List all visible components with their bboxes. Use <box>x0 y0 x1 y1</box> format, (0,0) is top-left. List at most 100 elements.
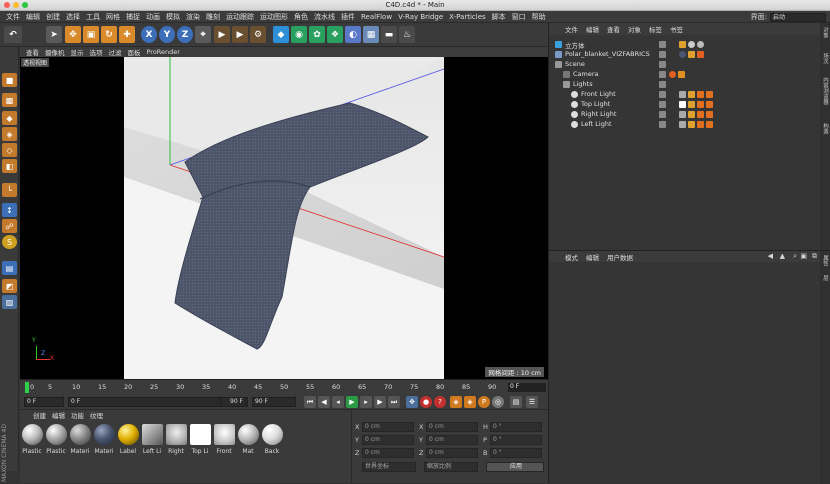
tag-icon[interactable] <box>697 111 704 118</box>
current-frame-field[interactable]: 0 F <box>508 383 546 392</box>
size-z-field[interactable]: 0 cm <box>426 448 478 458</box>
viewport-menu-cameras[interactable]: 摄像机 <box>42 47 68 57</box>
prev-frame-icon[interactable]: ◂ <box>332 396 344 408</box>
menu-plugins[interactable]: 插件 <box>338 12 358 22</box>
snap-icon[interactable]: ☍ <box>2 219 17 233</box>
menu-file[interactable]: 文件 <box>3 12 23 22</box>
object-row[interactable]: Front Light <box>549 90 789 100</box>
subdivision-icon[interactable]: ◉ <box>291 26 307 43</box>
viewport-menu-prorender[interactable]: ProRender <box>144 48 183 56</box>
material-item[interactable]: Top Li <box>189 424 211 455</box>
side-tab-content-browser[interactable]: 内容浏览器 <box>821 77 829 105</box>
material-menu-create[interactable]: 创建 <box>30 410 49 420</box>
tag-icon[interactable] <box>706 121 713 128</box>
scale-mode-select[interactable]: 缩放比例 <box>424 462 478 472</box>
rotation-b-field[interactable]: 0 ° <box>490 448 542 458</box>
visibility-toggle[interactable] <box>659 101 666 108</box>
material-tag-icon[interactable] <box>697 41 704 48</box>
object-row[interactable]: Polar_blanket_VIZFABRICS <box>549 50 789 60</box>
texture-mode-icon[interactable]: ◆ <box>2 111 17 125</box>
lock-icon[interactable]: ▣ <box>800 252 807 260</box>
material-item[interactable]: Plastic <box>45 424 67 455</box>
material-item[interactable]: Materi <box>93 424 115 455</box>
tag-icon[interactable] <box>697 91 704 98</box>
world-coordinates-select[interactable]: 世界坐标 <box>362 462 416 472</box>
visibility-toggle[interactable] <box>659 81 666 88</box>
visibility-toggle[interactable] <box>659 71 666 78</box>
tag-icon[interactable] <box>679 121 686 128</box>
goto-end-icon[interactable]: ⏭ <box>388 396 400 408</box>
menu-script[interactable]: 脚本 <box>489 12 509 22</box>
lock-workplane-icon[interactable]: ▤ <box>2 261 17 275</box>
tag-icon[interactable] <box>679 111 686 118</box>
menu-help[interactable]: 帮助 <box>529 12 549 22</box>
layer-icon[interactable]: ◩ <box>2 279 17 293</box>
menu-x-particles[interactable]: X-Particles <box>446 13 488 21</box>
workplane-icon[interactable]: S <box>2 235 17 249</box>
material-item[interactable]: Right <box>165 424 187 455</box>
position-z-field[interactable]: 0 cm <box>362 448 414 458</box>
material-item[interactable]: Mat <box>237 424 259 455</box>
axis-z-button[interactable]: Z <box>177 26 193 43</box>
start-frame-field[interactable]: 0 F <box>24 397 64 407</box>
target-tag-icon[interactable] <box>688 101 695 108</box>
side-tab-takes[interactable]: 场次 <box>821 53 829 64</box>
play-icon[interactable]: ▶ <box>346 396 358 408</box>
object-row[interactable]: Lights <box>549 80 789 90</box>
scale-tool-icon[interactable]: ▣ <box>83 26 99 43</box>
material-item[interactable]: Label <box>117 424 139 455</box>
viewport-menu-display[interactable]: 显示 <box>68 47 87 57</box>
menu-render[interactable]: 渲染 <box>183 12 203 22</box>
max-frame-field[interactable]: 90 F <box>252 397 296 407</box>
visibility-toggle[interactable] <box>659 91 666 98</box>
object-row[interactable]: Camera <box>549 70 789 80</box>
light-icon[interactable]: ♨ <box>399 26 415 43</box>
points-mode-icon[interactable]: ◈ <box>2 127 17 141</box>
position-y-field[interactable]: 0 cm <box>362 435 414 445</box>
cube-icon[interactable]: ◆ <box>273 26 289 43</box>
tweak-mode-icon[interactable]: ↕ <box>2 203 17 217</box>
make-editable-icon[interactable]: ■ <box>2 73 17 87</box>
am-menu-mode[interactable]: 模式 <box>561 252 582 262</box>
menu-select[interactable]: 选择 <box>63 12 83 22</box>
new-window-icon[interactable]: ⧉ <box>812 252 817 261</box>
am-menu-user-data[interactable]: 用户数据 <box>603 252 637 262</box>
material-item[interactable]: Materi <box>69 424 91 455</box>
axis-mode-icon[interactable]: └ <box>2 183 17 197</box>
tag-icon[interactable] <box>706 101 713 108</box>
menu-character[interactable]: 角色 <box>291 12 311 22</box>
om-menu-file[interactable]: 文件 <box>561 24 582 34</box>
select-arrow-icon[interactable]: ➤ <box>46 26 62 43</box>
menu-mesh[interactable]: 网格 <box>103 12 123 22</box>
render-view-icon[interactable]: ▶ <box>214 26 230 43</box>
apply-button[interactable]: 应用 <box>486 462 544 472</box>
timeline-playhead[interactable] <box>25 382 29 393</box>
viewport-menu-panel[interactable]: 面板 <box>125 47 144 57</box>
size-y-field[interactable]: 0 cm <box>426 435 478 445</box>
tag-icon[interactable] <box>679 101 686 108</box>
array-icon[interactable]: ✿ <box>309 26 325 43</box>
tag-icon[interactable] <box>697 121 704 128</box>
menu-window[interactable]: 窗口 <box>509 12 529 22</box>
visibility-toggle[interactable] <box>659 41 666 48</box>
viewport-menu-filter[interactable]: 过滤 <box>106 47 125 57</box>
generator-icon[interactable]: ❖ <box>327 26 343 43</box>
om-menu-bookmarks[interactable]: 书签 <box>666 24 687 34</box>
object-row[interactable]: Top Light <box>549 100 789 110</box>
target-tag-icon[interactable] <box>678 71 685 78</box>
layout-select[interactable]: 启动 <box>770 12 826 22</box>
axis-x-button[interactable]: X <box>141 26 157 43</box>
material-item[interactable]: Back <box>261 424 283 455</box>
timeline-ruler[interactable]: 0 5 10 15 20 25 30 35 40 45 50 55 60 65 … <box>20 379 548 394</box>
tag-icon[interactable] <box>679 91 686 98</box>
key-scale-icon[interactable]: ◈ <box>464 396 476 408</box>
timeline-menu-icon[interactable]: ☰ <box>526 396 538 408</box>
menu-animate[interactable]: 动画 <box>143 12 163 22</box>
rotation-p-field[interactable]: 0 ° <box>490 435 542 445</box>
object-row[interactable]: 立方体 <box>549 40 789 50</box>
menu-motion-tracking[interactable]: 运动跟踪 <box>223 12 257 22</box>
visibility-toggle[interactable] <box>659 111 666 118</box>
object-row[interactable]: Right Light <box>549 110 789 120</box>
checkerboard-icon[interactable]: ▩ <box>2 93 17 107</box>
side-tab-attributes[interactable]: 属性 <box>821 255 829 266</box>
